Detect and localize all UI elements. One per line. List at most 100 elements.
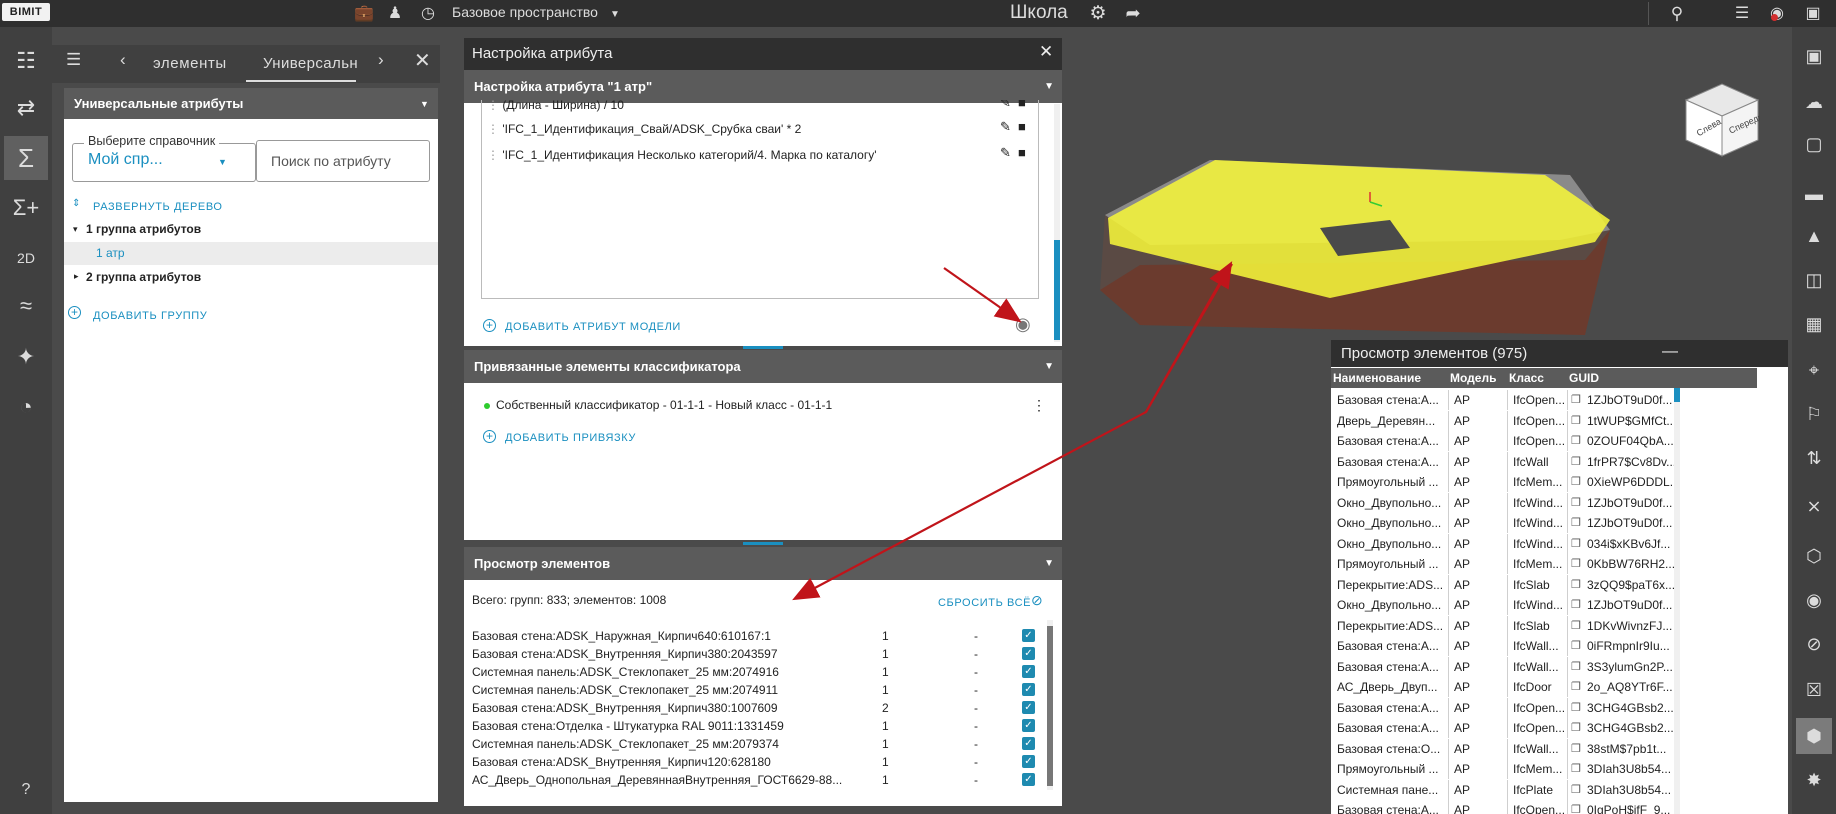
section-classifier-bindings[interactable]: Привязанные элементы классификатора ▼ [464,350,1062,383]
copy-icon[interactable]: ❐ [1571,595,1583,615]
element-row[interactable]: АС_Дверь_Однопольная_ДеревяннаяВнутрення… [464,771,1054,789]
element-row[interactable]: Базовая стена:ADSK_Внутренняя_Кирпич380:… [464,645,1054,663]
copy-icon[interactable]: ❐ [1571,657,1583,677]
grid-icon[interactable]: ▦ [1792,306,1836,342]
notification-icon[interactable]: ◉ [1765,0,1789,27]
view-cube[interactable]: Слева Спереди [1682,80,1760,158]
preview-row[interactable]: Окно_Двупольно... АР IfcWind... 1ZJbOT9uD0f… [1331,513,1757,533]
element-visibility-checkbox[interactable]: ✓ [1022,701,1035,714]
eye-icon[interactable]: ◉ [1015,314,1031,335]
element-visibility-checkbox[interactable]: ✓ [1022,773,1035,786]
copy-icon[interactable]: ❐ [1571,739,1583,759]
preview-row[interactable]: Прямоугольный ... АР IfcMem... 0KbBW76RH2..… [1331,554,1757,574]
reset-all-link[interactable]: СБРОСИТЬ ВСЁ [938,597,1031,609]
preview-row[interactable]: Базовая стена:А... АР IfcOpen... 3CHG4GBsb2… [1331,718,1757,738]
copy-icon[interactable]: ❐ [1571,677,1583,697]
edit-icon[interactable]: ✎ [1000,119,1011,135]
copy-icon[interactable]: ❐ [1571,636,1583,656]
tab-universal[interactable]: Универсальные [245,45,359,83]
chevron-down-icon[interactable]: ▼ [420,99,429,109]
model-tree-icon[interactable]: ✸ [1792,762,1836,798]
close-box-icon[interactable]: ☒ [1792,672,1836,708]
copy-icon[interactable]: ❐ [1571,452,1583,472]
tab-elements[interactable]: элементы [153,55,227,72]
edit-icon[interactable]: ✎ [1000,100,1011,111]
target-icon[interactable]: ⌖ [1792,352,1836,388]
copy-icon[interactable]: ❐ [1571,780,1583,800]
delete-icon[interactable]: ■ [1018,100,1026,110]
column-model[interactable]: Модель [1450,368,1508,388]
list-icon[interactable]: ☰ [1730,0,1754,27]
column-class[interactable]: Класс [1509,368,1567,388]
copy-icon[interactable]: ❐ [1571,390,1583,410]
select-box-icon[interactable]: ▢ [1792,126,1836,162]
column-guid[interactable]: GUID [1569,368,1659,388]
element-visibility-checkbox[interactable]: ✓ [1022,683,1035,696]
copy-icon[interactable]: ❐ [1571,616,1583,636]
scrollbar-thumb[interactable] [1054,240,1060,340]
element-row[interactable]: Системная панель:ADSK_Стеклопакет_25 мм:… [464,681,1054,699]
preview-row[interactable]: Базовая стена:А... АР IfcOpen... 0IgPoH$jfF… [1331,800,1757,814]
drawing-2d-icon[interactable]: 2D [4,236,48,280]
preview-row[interactable]: Дверь_Деревян... АР IfcOpen... 1tWUP$GMfCt.… [1331,410,1757,431]
chart-icon[interactable]: ≈ [4,284,48,328]
copy-icon[interactable]: ❐ [1571,575,1583,595]
preview-row[interactable]: Системная пане... АР IfcPlate 3DIah3U8b54..… [1331,779,1757,800]
element-visibility-checkbox[interactable]: ✓ [1022,647,1035,660]
crossed-lines-icon[interactable]: ⨯ [1792,488,1836,524]
caret-right-icon[interactable]: ▸ [74,271,79,282]
app-logo[interactable]: BIMIT [2,3,50,21]
attribute-search-input[interactable]: Поиск по атрибуту [256,140,430,182]
element-visibility-checkbox[interactable]: ✓ [1022,665,1035,678]
preview-row[interactable]: Базовая стена:А... АР IfcWall... 0iFRmpnIr9… [1331,636,1757,656]
section-attr-settings[interactable]: Настройка атрибута "1 атр" ▼ [464,70,1062,103]
element-row[interactable]: Системная панель:ADSK_Стеклопакет_25 мм:… [464,663,1054,681]
add-model-attribute-link[interactable]: ДОБАВИТЬ АТРИБУТ МОДЕЛИ [505,321,681,333]
cube-outline-icon[interactable]: ⬡ [1792,538,1836,574]
chevron-down-icon[interactable]: ▼ [218,157,227,167]
share-icon[interactable]: ➦ [1121,0,1145,27]
gear-icon[interactable]: ⚙ [1086,0,1110,27]
sigma-plus-icon[interactable]: Σ+ [4,186,48,230]
preview-row[interactable]: Базовая стена:А... АР IfcOpen... 1ZJbOT9uD0… [1331,390,1757,410]
chevron-left-icon[interactable]: ‹ [120,50,126,70]
copy-icon[interactable]: ❐ [1571,493,1583,513]
section-box-icon[interactable]: ◫ [1792,262,1836,298]
preview-row[interactable]: Окно_Двупольно... АР IfcWind... 034i$xKBv6J… [1331,533,1757,554]
copy-icon[interactable]: ❐ [1571,800,1583,814]
preview-row[interactable]: Базовая стена:О... АР IfcWall... 38stM$7pb1… [1331,738,1757,759]
close-icon[interactable]: ✕ [414,48,431,73]
preview-row[interactable]: Базовая стена:А... АР IfcWall 1frPR7$Cv8Dv.… [1331,451,1757,472]
preview-row[interactable]: Окно_Двупольно... АР IfcWind... 1ZJbOT9uD0f… [1331,595,1757,615]
copy-icon[interactable]: ❐ [1571,718,1583,738]
eye-icon[interactable]: ◉ [1792,582,1836,618]
element-visibility-checkbox[interactable]: ✓ [1022,755,1035,768]
element-visibility-checkbox[interactable]: ✓ [1022,629,1035,642]
focus-icon[interactable]: ▣ [1792,38,1836,74]
tree-group-1[interactable]: 1 группа атрибутов [86,222,201,236]
copy-icon[interactable]: ❐ [1571,698,1583,718]
gauge-icon[interactable]: ◔ [4,385,48,429]
chevron-right-icon[interactable]: › [378,50,384,70]
flag-icon[interactable]: ⚐ [1792,396,1836,432]
drag-handle-icon[interactable]: ⋮ [487,148,499,162]
briefcase-icon[interactable]: 💼 [352,0,376,27]
element-visibility-checkbox[interactable]: ✓ [1022,737,1035,750]
column-name[interactable]: Наименование [1333,368,1445,388]
axes-icon[interactable]: ⇅ [1792,440,1836,476]
minimize-icon[interactable]: — [1662,340,1680,367]
preview-row[interactable]: Прямоугольный ... АР IfcMem... 0XieWP6DDDL.… [1331,472,1757,492]
workspace-selector[interactable]: Базовое пространство ▼ [452,0,662,27]
copy-icon[interactable]: ❐ [1571,554,1583,574]
element-visibility-checkbox[interactable]: ✓ [1022,719,1035,732]
resize-handle[interactable] [743,346,783,349]
sigma-icon[interactable]: Σ [4,136,48,180]
building-model[interactable] [1090,120,1630,350]
element-row[interactable]: Базовая стена:ADSK_Наружная_Кирпич640:61… [464,627,1054,645]
preview-row[interactable]: Окно_Двупольно... АР IfcWind... 1ZJbOT9uD0f… [1331,492,1757,513]
team-icon[interactable]: ♟ [383,0,407,27]
scrollbar-thumb[interactable] [1047,626,1053,786]
preview-row[interactable]: Прямоугольный ... АР IfcMem... 3DIah3U8b54.… [1331,759,1757,779]
preview-row[interactable]: Перекрытие:ADS... АР IfcSlab 1DKvWivnzFJ...… [1331,615,1757,636]
scrollbar-thumb[interactable] [1674,388,1680,402]
